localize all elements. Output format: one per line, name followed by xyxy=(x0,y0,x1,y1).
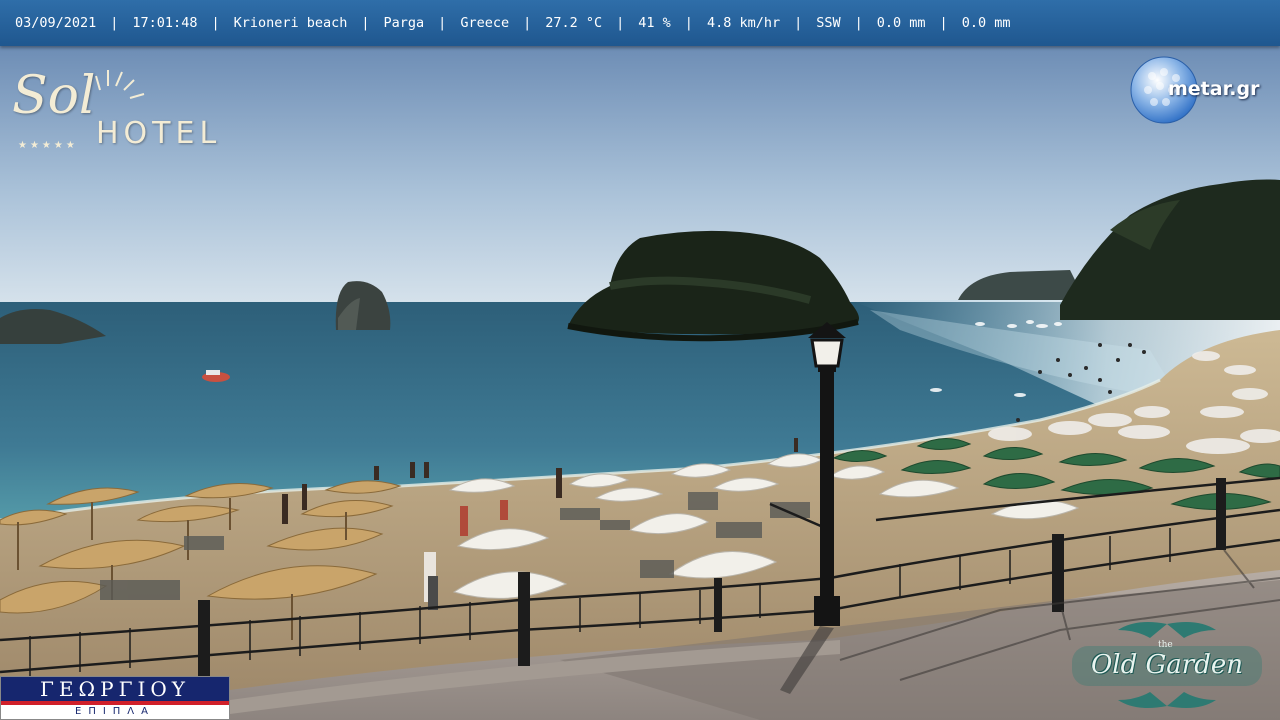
old-garden-the: the xyxy=(1158,640,1173,650)
old-garden-logo: the Old Garden xyxy=(1066,618,1268,712)
location-text: Krioneri beach xyxy=(233,15,348,31)
separator: | xyxy=(523,15,532,31)
temperature-text: 27.2 °C xyxy=(545,15,603,31)
sol-script-text: Sol xyxy=(12,66,96,126)
rain-text: 0.0 mm xyxy=(876,15,926,31)
metar-logo-text: metar.gr xyxy=(1168,78,1260,100)
separator: | xyxy=(684,15,693,31)
separator: | xyxy=(616,15,625,31)
country-text: Greece xyxy=(460,15,510,31)
city-text: Parga xyxy=(383,15,425,31)
sol-hotel-logo: Sol ★★★★★ HOTEL xyxy=(10,60,216,160)
weather-status-bar: 03/09/2021 | 17:01:48 | Krioneri beach |… xyxy=(0,0,1280,46)
wind-direction-text: SSW xyxy=(816,15,841,31)
humidity-text: 41 % xyxy=(638,15,671,31)
separator: | xyxy=(361,15,370,31)
separator: | xyxy=(939,15,948,31)
separator: | xyxy=(854,15,863,31)
old-garden-text: Old Garden xyxy=(1090,650,1243,680)
metar-logo: metar.gr xyxy=(1130,56,1275,126)
georgiou-name: ΓΕΩΡΓΙΟΥ xyxy=(1,677,229,701)
separator: | xyxy=(438,15,447,31)
time-text: 17:01:48 xyxy=(132,15,198,31)
sol-hotel-word: HOTEL xyxy=(96,116,222,151)
georgiou-subtitle: ΕΠΙΠΛΑ xyxy=(75,706,155,717)
separator: | xyxy=(211,15,220,31)
rain-rate-text: 0.0 mm xyxy=(961,15,1011,31)
separator: | xyxy=(110,15,119,31)
separator: | xyxy=(794,15,803,31)
georgiou-furniture-logo: ΓΕΩΡΓΙΟΥ ΕΠΙΠΛΑ xyxy=(0,676,230,720)
sol-stars: ★★★★★ xyxy=(18,140,78,151)
wind-speed-text: 4.8 km/hr xyxy=(706,15,781,31)
date-text: 03/09/2021 xyxy=(15,15,97,31)
